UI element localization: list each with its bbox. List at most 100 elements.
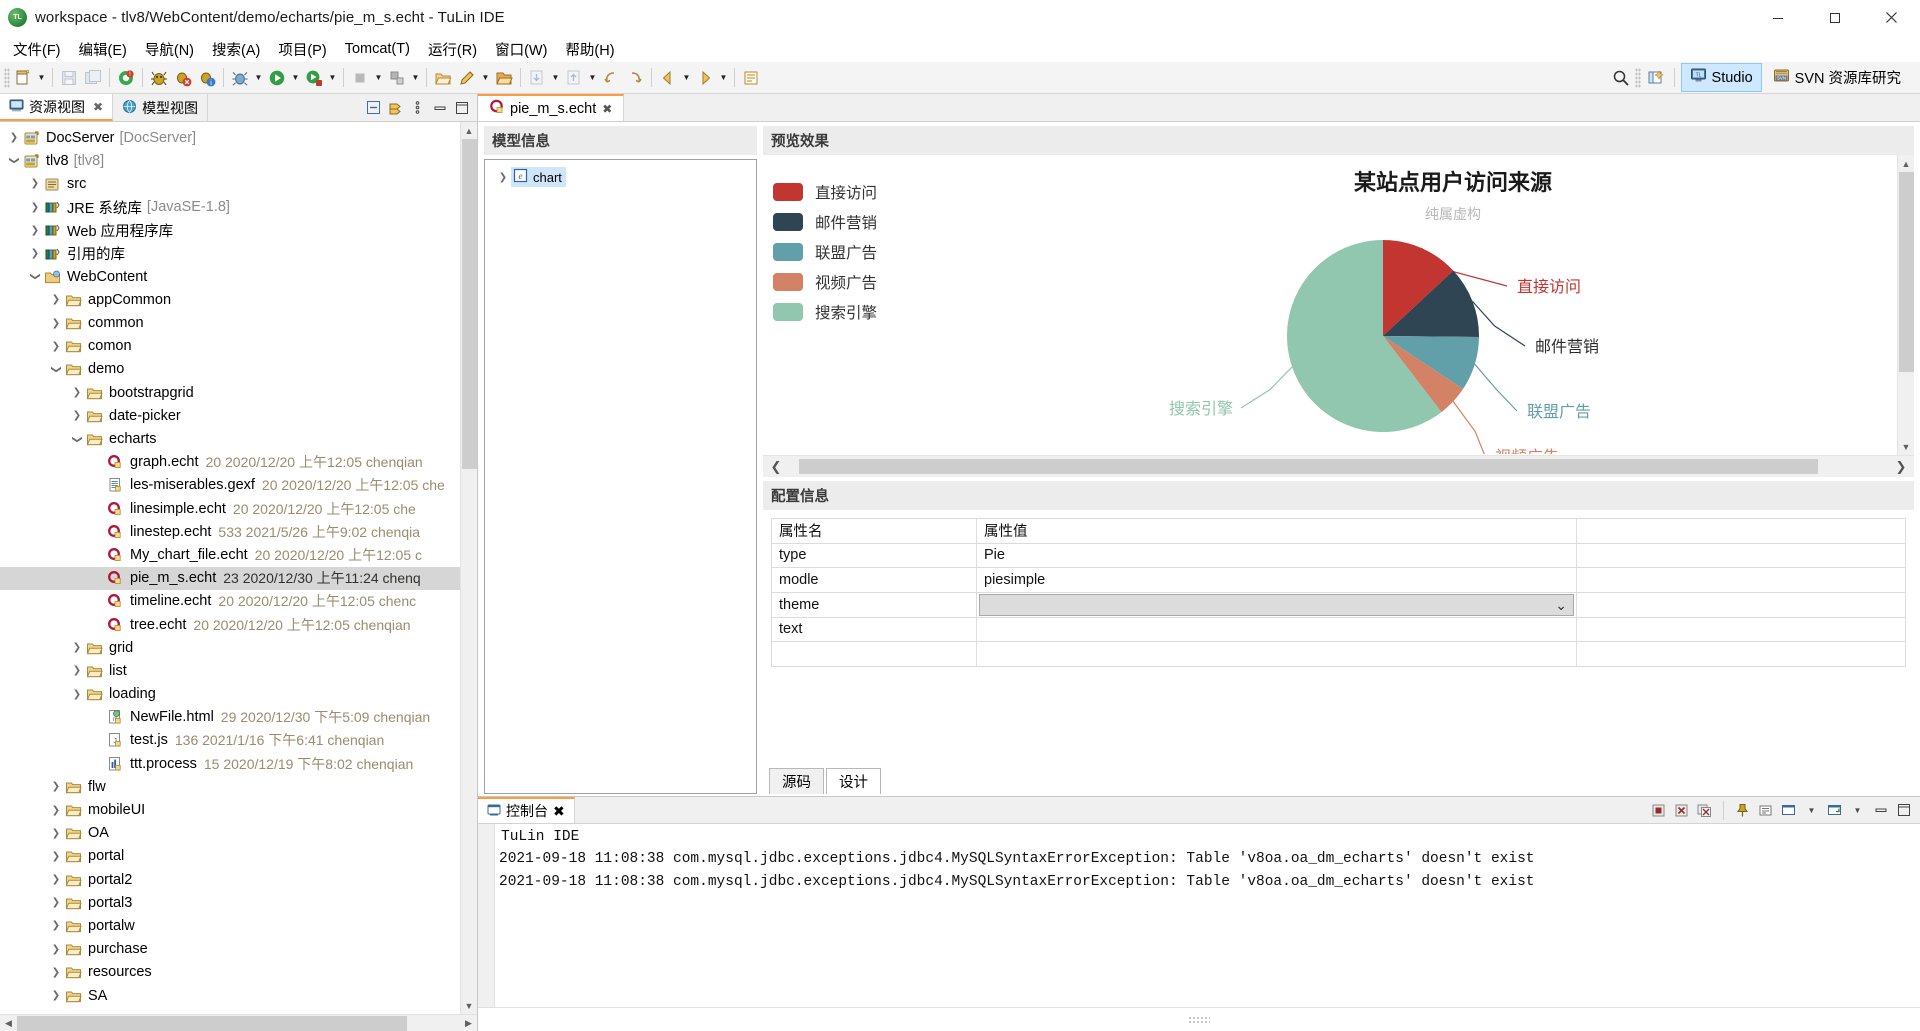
tree-item-list[interactable]: ❯ list [0, 659, 460, 682]
tree-item-ttt-process[interactable]: ttt.process 15 2020/12/19 下午8:02 chenqian [0, 752, 460, 775]
menu-edit[interactable]: 编辑(E) [70, 36, 136, 63]
legend-item[interactable]: 视频广告 [773, 267, 877, 297]
editor-tab-pie-m-s[interactable]: pie_m_s.echt ✖ [478, 94, 625, 121]
tree-item-test-js[interactable]: Jtest.js 136 2021/1/16 下午6:41 chenqian [0, 729, 460, 752]
save-all-icon[interactable] [81, 66, 105, 90]
chart-horizontal-scrollbar[interactable]: ❮ ❯ [763, 455, 1914, 477]
chart-vscroll-track[interactable] [1897, 172, 1914, 438]
menu-navigate[interactable]: 导航(N) [136, 36, 203, 63]
tree-hscroll-track[interactable] [17, 1015, 460, 1031]
forward-icon[interactable] [693, 66, 717, 90]
chevron-right-icon[interactable]: ❯ [48, 967, 64, 978]
tree-item-grid[interactable]: ❯ grid [0, 636, 460, 659]
chevron-right-icon[interactable]: ❯ [48, 294, 64, 305]
chevron-right-icon[interactable]: ❯ [48, 990, 64, 1001]
terminate-icon[interactable] [1650, 802, 1667, 819]
bug-icon[interactable] [147, 66, 171, 90]
tree-item-loading[interactable]: ❯ loading [0, 683, 460, 706]
tree-item-appcommon[interactable]: ❯ appCommon [0, 288, 460, 311]
maximize-button[interactable] [1806, 0, 1863, 36]
new-wizard-dropdown-icon[interactable]: ▼ [35, 66, 48, 90]
tab-source[interactable]: 源码 [769, 768, 824, 794]
scroll-right-icon[interactable]: ▶ [460, 1015, 477, 1031]
new-wizard-icon[interactable] [11, 66, 35, 90]
chevron-down-icon[interactable]: ❯ [72, 431, 83, 447]
display-selected-icon[interactable] [1780, 802, 1797, 819]
back-icon[interactable] [656, 66, 680, 90]
tree-item-demo[interactable]: ❯ demo [0, 358, 460, 381]
tree-item-flw[interactable]: ❯ flw [0, 775, 460, 798]
link-editor-icon[interactable] [387, 99, 404, 116]
chart-scroll-up-icon[interactable]: ▲ [1897, 155, 1914, 172]
tree-item-linestep-echt[interactable]: linestep.echt 533 2021/5/26 上午9:02 chenqi… [0, 520, 460, 543]
legend-item[interactable]: 联盟广告 [773, 237, 877, 267]
chevron-right-icon[interactable]: ❯ [69, 387, 85, 398]
chevron-right-icon[interactable]: ❯ [69, 689, 85, 700]
chevron-right-icon[interactable]: ❯ [48, 897, 64, 908]
pin-editor-icon[interactable] [739, 66, 763, 90]
tab-design[interactable]: 设计 [826, 768, 881, 794]
tree-item-tree-echt[interactable]: tree.echt 20 2020/12/20 上午12:05 chenqian [0, 613, 460, 636]
scroll-lock-icon[interactable] [1757, 802, 1774, 819]
annotate-icon[interactable] [455, 66, 479, 90]
chevron-right-icon[interactable]: ❯ [48, 874, 64, 885]
minimize-view-icon[interactable] [431, 99, 448, 116]
remove-launch-icon[interactable] [1673, 802, 1690, 819]
tree-scroll-thumb[interactable] [461, 139, 477, 469]
tree-item-webcontent[interactable]: ❯ WebContent [0, 265, 460, 288]
properties-row[interactable]: theme ⌄ [771, 591, 1906, 618]
chevron-right-icon[interactable]: ❯ [6, 132, 22, 143]
build-icon[interactable] [385, 66, 409, 90]
model-node-chart[interactable]: e chart [511, 167, 566, 187]
tree-item-portal2[interactable]: ❯ portal2 [0, 868, 460, 891]
properties-row[interactable]: type Pie [771, 542, 1906, 568]
menu-run[interactable]: 运行(R) [419, 36, 486, 63]
menu-window[interactable]: 窗口(W) [486, 36, 556, 63]
collapse-all-icon[interactable] [365, 99, 382, 116]
chart-vscroll-thumb[interactable] [1898, 172, 1914, 372]
properties-table[interactable]: 属性名 属性值 type Pie modle piesimple theme ⌄ text [771, 518, 1906, 667]
export-dropdown-icon[interactable]: ▼ [586, 66, 599, 90]
bug-info-icon[interactable]: i [195, 66, 219, 90]
menu-help[interactable]: 帮助(H) [556, 36, 623, 63]
console-output[interactable]: TuLin IDE 2021-09-18 11:08:38 com.mysql.… [495, 824, 1920, 1007]
chevron-down-icon[interactable]: ❯ [9, 153, 20, 169]
close-button[interactable] [1863, 0, 1920, 36]
tree-item-newfile-html[interactable]: m NewFile.html 29 2020/12/30 下午5:09 chenqi… [0, 706, 460, 729]
open-type-icon[interactable] [431, 66, 455, 90]
tree-item-web-[interactable]: ❯ Web 应用程序库 [0, 219, 460, 242]
chevron-right-icon[interactable]: ❯ [48, 805, 64, 816]
tree-item-tlv8[interactable]: ❯ tlv8 [tlv8] [0, 149, 460, 172]
export-icon[interactable] [562, 66, 586, 90]
tree-horizontal-scrollbar[interactable]: ◀ ▶ [0, 1014, 477, 1031]
resize-grip-icon[interactable] [1188, 1016, 1210, 1023]
properties-row[interactable]: modle piesimple [771, 567, 1906, 593]
tree-hscroll-thumb[interactable] [17, 1015, 407, 1031]
chevron-down-icon[interactable]: ❯ [30, 269, 41, 285]
tab-console[interactable]: 控制台 ✖ [478, 797, 575, 823]
refresh-validate-icon[interactable]: ! [114, 66, 138, 90]
chevron-right-icon[interactable]: ❯ [48, 920, 64, 931]
property-value-cell[interactable] [976, 641, 1577, 667]
model-tree[interactable]: ❯ e chart [484, 159, 757, 794]
tree-item-oa[interactable]: ❯ OA [0, 822, 460, 845]
tree-item-common[interactable]: ❯ common [0, 312, 460, 335]
resource-tree[interactable]: ❯ DocServer [DocServer] ❯ tlv8 [tlv8] ❯ src ❯ JRE… [0, 122, 460, 1014]
properties-row[interactable] [771, 641, 1906, 667]
pin-console-icon[interactable] [1734, 802, 1751, 819]
chevron-right-icon[interactable]: ❯ [27, 225, 43, 236]
debug-icon[interactable] [228, 66, 252, 90]
minimize-button[interactable] [1749, 0, 1806, 36]
remove-all-icon[interactable] [1696, 802, 1713, 819]
back-dropdown-icon[interactable]: ▼ [680, 66, 693, 90]
run-icon[interactable] [265, 66, 289, 90]
tree-scroll-track[interactable] [460, 139, 477, 997]
chart-hscroll-track[interactable] [789, 456, 1888, 478]
tab-resource-view[interactable]: 资源视图 ✖ [0, 94, 114, 121]
theme-combo-box[interactable]: ⌄ [979, 593, 1574, 616]
chevron-right-icon[interactable]: ❯ [48, 944, 64, 955]
tree-item-bootstrapgrid[interactable]: ❯ bootstrapgrid [0, 381, 460, 404]
tree-vertical-scrollbar[interactable]: ▲ ▼ [460, 122, 477, 1014]
tree-item-timeline-echt[interactable]: timeline.echt 20 2020/12/20 上午12:05 chenc [0, 590, 460, 613]
build-dropdown-icon[interactable]: ▼ [409, 66, 422, 90]
